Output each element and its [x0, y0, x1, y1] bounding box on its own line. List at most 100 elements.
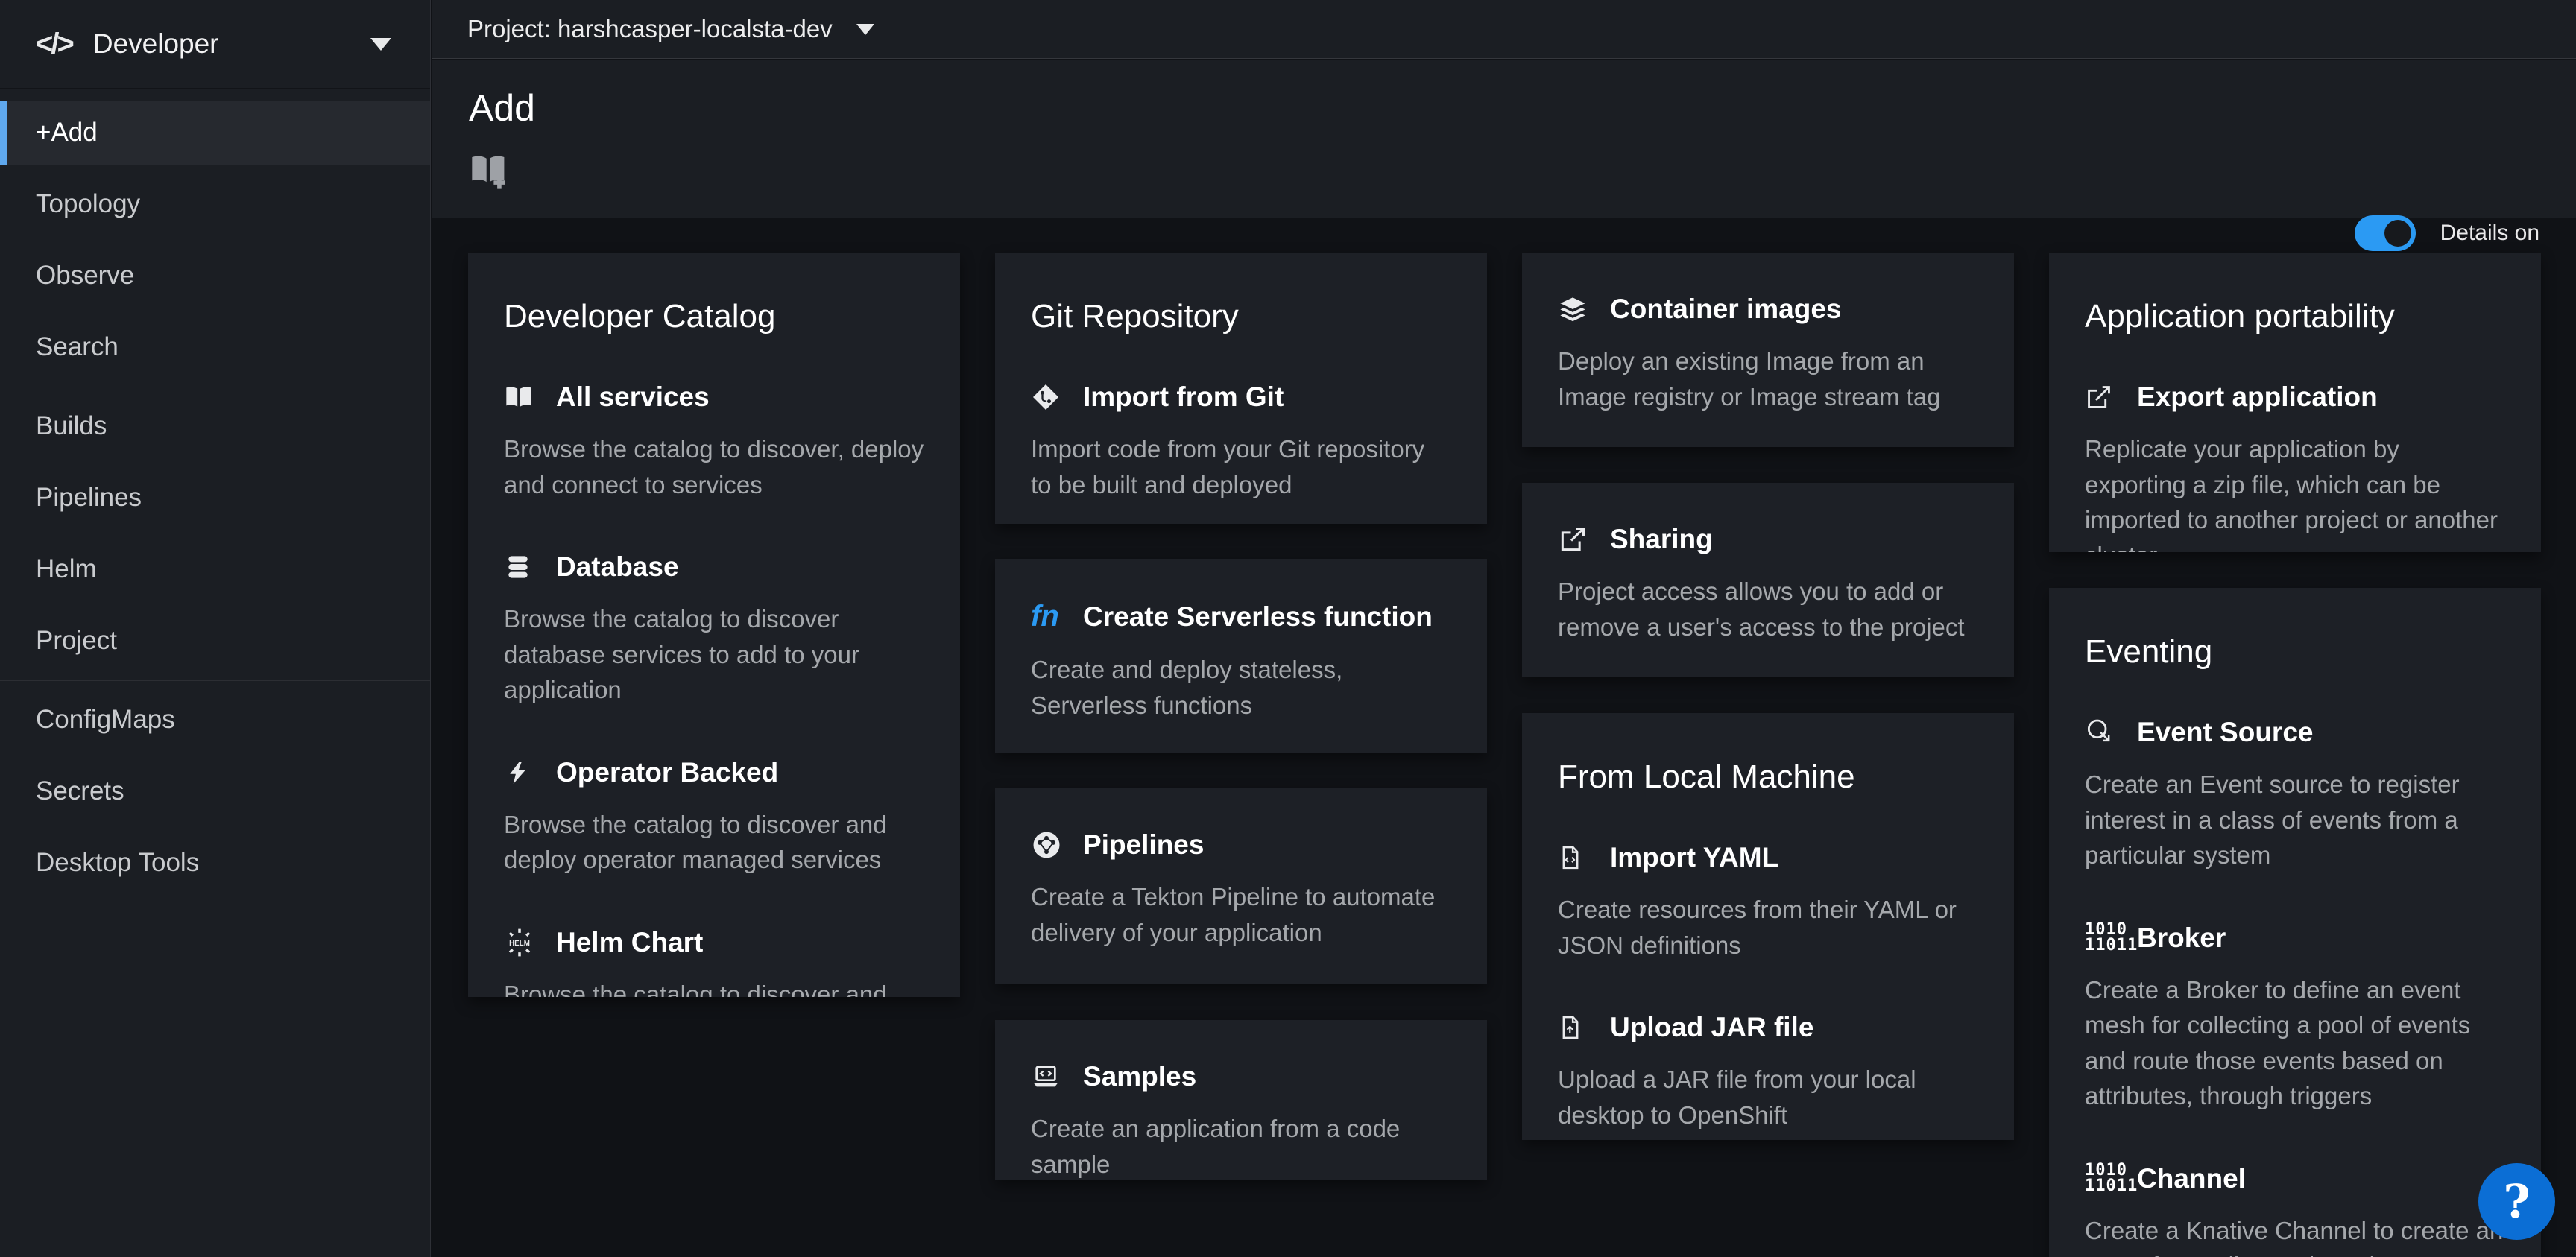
add-option-description: Deploy an existing Image from an Image r…: [1558, 343, 1978, 414]
card-title: Git Repository: [1031, 298, 1451, 335]
add-option-label: All services: [556, 381, 710, 413]
project-dropdown-label: Project: harshcasper-localsta-dev: [467, 15, 833, 43]
import-yaml-icon: [1558, 843, 1592, 873]
svg-text:HELM: HELM: [509, 940, 530, 948]
add-option-description: Upload a JAR file from your local deskto…: [1558, 1062, 1978, 1133]
chevron-down-icon: [370, 38, 391, 51]
card-git-repository: Git Repository Import from Git: [995, 253, 1487, 524]
sidebar-item-add[interactable]: +Add: [0, 101, 430, 165]
add-option-helm-chart[interactable]: HELM Helm Chart Browse the catalog to di…: [504, 927, 924, 997]
sidebar-item-helm[interactable]: Helm: [0, 537, 430, 601]
add-option-label: Import from Git: [1083, 381, 1284, 413]
add-option-operator-backed[interactable]: Operator Backed Browse the catalog to di…: [504, 757, 924, 878]
add-option-label: Upload JAR file: [1610, 1012, 1813, 1043]
share-icon: [1558, 525, 1592, 554]
serverless-fn-icon: fn: [1031, 600, 1065, 633]
add-option-label: Event Source: [2137, 717, 2313, 748]
git-icon: [1031, 382, 1065, 412]
add-option-label: Import YAML: [1610, 842, 1778, 873]
add-option-import-yaml[interactable]: Import YAML Create resources from their …: [1558, 842, 1978, 963]
sidebar-item-builds[interactable]: Builds: [0, 394, 430, 458]
upload-jar-icon: [1558, 1013, 1592, 1042]
card-title: From Local Machine: [1558, 759, 1978, 796]
add-option-label: Container images: [1610, 294, 1841, 325]
add-option-export-application[interactable]: Export application Replicate your applic…: [2085, 381, 2505, 552]
book-plus-icon: [469, 152, 511, 191]
sidebar-item-secrets[interactable]: Secrets: [0, 759, 430, 823]
add-option-database[interactable]: Database Browse the catalog to discover …: [504, 551, 924, 708]
event-source-icon: [2085, 718, 2119, 747]
question-mark-icon: ?: [2503, 1174, 2530, 1229]
add-option-label: Export application: [2137, 381, 2378, 413]
add-option-description: Import code from your Git repository to …: [1031, 431, 1451, 502]
add-option-create-serverless-function[interactable]: fn Create Serverless function Create and…: [1031, 600, 1451, 723]
add-option-label: Create Serverless function: [1083, 601, 1433, 633]
card-samples: Samples Create an application from a cod…: [995, 1020, 1487, 1180]
add-option-label: Operator Backed: [556, 757, 778, 788]
database-icon: [504, 552, 538, 582]
add-option-import-from-git[interactable]: Import from Git Import code from your Gi…: [1031, 381, 1451, 502]
card-container-images: Container images Deploy an existing Imag…: [1522, 253, 2014, 447]
add-option-channel[interactable]: 1010 11011 Channel Create a Knative Chan…: [2085, 1163, 2505, 1257]
add-option-pipelines[interactable]: Pipelines Create a Tekton Pipeline to au…: [1031, 829, 1451, 950]
context-bar: Project: harshcasper-localsta-dev: [432, 0, 2576, 59]
layers-icon: [1558, 294, 1592, 324]
details-toggle-label: Details on: [2440, 221, 2539, 246]
add-option-upload-jar-file[interactable]: Upload JAR file Upload a JAR file from y…: [1558, 1012, 1978, 1133]
sidebar-item-project[interactable]: Project: [0, 609, 430, 673]
add-option-sharing[interactable]: Sharing Project access allows you to add…: [1558, 524, 1978, 645]
sidebar-item-configmaps[interactable]: ConfigMaps: [0, 688, 430, 752]
pipelines-icon: [1031, 829, 1065, 861]
details-toggle-switch[interactable]: [2355, 215, 2416, 251]
card-application-portability: Application portability Export applicati…: [2049, 253, 2541, 552]
add-option-label: Sharing: [1610, 524, 1713, 555]
sidebar-nav: +Add Topology Observe Search Builds Pipe…: [0, 89, 430, 902]
add-option-broker[interactable]: 1010 11011 Broker Create a Broker to def…: [2085, 922, 2505, 1114]
help-button[interactable]: ?: [2478, 1163, 2555, 1240]
page-header: Add Details on: [432, 60, 2576, 218]
project-dropdown[interactable]: Project: harshcasper-localsta-dev: [467, 15, 874, 43]
sidebar-item-topology[interactable]: Topology: [0, 172, 430, 236]
channel-icon: 1010 11011: [2085, 1163, 2119, 1193]
helm-icon: HELM: [504, 927, 538, 958]
sidebar-item-observe[interactable]: Observe: [0, 244, 430, 308]
add-option-description: Browse the catalog to discover and deplo…: [504, 807, 924, 878]
quick-starts-button[interactable]: [469, 152, 511, 191]
page-title: Add: [469, 86, 535, 130]
sidebar-item-pipelines[interactable]: Pipelines: [0, 466, 430, 530]
add-option-description: Create a Knative Channel to create an ev…: [2085, 1213, 2505, 1257]
perspective-switcher[interactable]: </> Developer: [0, 0, 430, 89]
code-icon: </>: [36, 28, 72, 61]
add-option-label: Pipelines: [1083, 829, 1204, 861]
card-developer-catalog: Developer Catalog All services Browse th…: [468, 253, 960, 997]
export-icon: [2085, 383, 2119, 411]
add-option-description: Create a Broker to define an event mesh …: [2085, 972, 2505, 1114]
card-pipelines: Pipelines Create a Tekton Pipeline to au…: [995, 788, 1487, 984]
add-option-container-images[interactable]: Container images Deploy an existing Imag…: [1558, 294, 1978, 414]
add-option-event-source[interactable]: Event Source Create an Event source to r…: [2085, 717, 2505, 873]
sidebar-item-search[interactable]: Search: [0, 315, 430, 379]
bolt-icon: [504, 758, 538, 788]
sidebar: </> Developer +Add Topology Observe Sear…: [0, 0, 431, 1257]
sidebar-item-desktop-tools[interactable]: Desktop Tools: [0, 831, 430, 895]
card-from-local-machine: From Local Machine Import YAML Create re…: [1522, 713, 2014, 1140]
broker-icon: 1010 11011: [2085, 922, 2119, 952]
openshift-console: </> Developer +Add Topology Observe Sear…: [0, 0, 2576, 1257]
card-serverless-function: fn Create Serverless function Create and…: [995, 559, 1487, 753]
add-option-label: Database: [556, 551, 679, 583]
nav-group-main: +Add Topology Observe Search: [0, 101, 430, 379]
add-option-description: Browse the catalog to discover, deploy a…: [504, 431, 924, 502]
add-option-samples[interactable]: Samples Create an application from a cod…: [1031, 1061, 1451, 1180]
toggle-knob: [2384, 220, 2411, 247]
add-option-description: Create an application from a code sample: [1031, 1111, 1451, 1180]
add-option-description: Create resources from their YAML or JSON…: [1558, 892, 1978, 963]
add-option-all-services[interactable]: All services Browse the catalog to disco…: [504, 381, 924, 502]
nav-group-build: Builds Pipelines Helm Project: [0, 387, 430, 673]
add-option-label: Broker: [2137, 922, 2226, 954]
add-option-description: Create and deploy stateless, Serverless …: [1031, 652, 1451, 723]
nav-group-config: ConfigMaps Secrets Desktop Tools: [0, 680, 430, 895]
card-eventing: Eventing Event Source Create an Event so…: [2049, 588, 2541, 1257]
card-title: Application portability: [2085, 298, 2505, 335]
add-option-label: Helm Chart: [556, 927, 703, 958]
add-option-description: Create a Tekton Pipeline to automate del…: [1031, 879, 1451, 950]
